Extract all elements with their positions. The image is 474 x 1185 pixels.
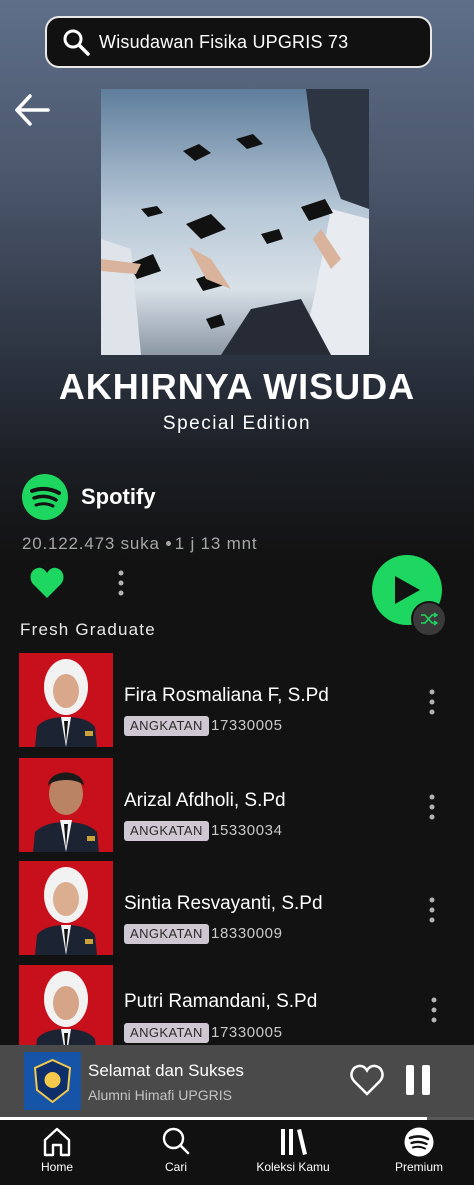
spotify-logo-icon xyxy=(22,474,68,520)
back-arrow-icon[interactable] xyxy=(12,90,52,130)
album-title: AKHIRNYA WISUDA xyxy=(58,366,416,407)
more-options-icon[interactable] xyxy=(423,687,441,717)
shuffle-icon xyxy=(421,612,438,626)
track-name: Arizal Afdholi, S.Pd xyxy=(124,790,286,811)
separator-dot xyxy=(165,541,171,546)
search-icon xyxy=(162,1127,190,1155)
student-number: 17330005 xyxy=(211,1024,283,1041)
library-icon xyxy=(281,1129,307,1155)
search-bar[interactable]: Wisudawan Fisika UPGRIS 73 xyxy=(45,16,432,68)
album-cover xyxy=(101,89,369,355)
track-name: Putri Ramandani, S.Pd xyxy=(124,991,318,1012)
graduate-photo xyxy=(19,861,113,955)
heart-outline-icon[interactable] xyxy=(349,1062,385,1098)
brand-name: Spotify xyxy=(81,484,156,509)
angkatan-badge: ANGKATAN xyxy=(124,924,209,944)
now-playing-artwork xyxy=(24,1052,81,1110)
now-playing-artist: Alumni Himafi UPGRIS xyxy=(88,1087,232,1103)
student-number: 17330005 xyxy=(211,717,283,734)
album-subtitle: Special Edition xyxy=(162,413,312,434)
angkatan-badge: ANGKATAN xyxy=(124,1023,209,1043)
mini-player[interactable]: Selamat dan Sukses Alumni Himafi UPGRIS xyxy=(0,1045,474,1118)
more-options-icon[interactable] xyxy=(423,895,441,925)
likes-count: 20.122.473 suka xyxy=(22,534,160,553)
student-number: 15330034 xyxy=(211,822,283,839)
nav-label: Koleksi Kamu xyxy=(256,1160,330,1174)
bottom-nav: Home Cari Koleksi Kamu Premium xyxy=(0,1120,474,1185)
playlist-stats: 20.122.473 suka 1 j 13 mnt xyxy=(22,534,257,554)
nav-item-library[interactable]: Koleksi Kamu xyxy=(250,1120,336,1185)
graduate-photo xyxy=(19,653,113,747)
now-playing-title: Selamat dan Sukses xyxy=(88,1061,244,1080)
more-options-icon[interactable] xyxy=(112,568,130,598)
spotify-icon xyxy=(404,1127,434,1157)
nav-item-premium[interactable]: Premium xyxy=(381,1120,457,1185)
student-number: 18330009 xyxy=(211,925,283,942)
nav-item-home[interactable]: Home xyxy=(20,1120,94,1185)
more-options-icon[interactable] xyxy=(423,792,441,822)
graduation-caps-image xyxy=(101,89,369,355)
track-row[interactable]: Fira Rosmaliana F, S.Pd ANGKATAN 1733000… xyxy=(0,653,474,747)
nav-label: Premium xyxy=(394,1160,443,1174)
duration: 1 j 13 mnt xyxy=(174,534,258,553)
track-row[interactable]: Sintia Resvayanti, S.Pd ANGKATAN 1833000… xyxy=(0,861,474,955)
nav-label: Home xyxy=(40,1160,73,1174)
track-name: Sintia Resvayanti, S.Pd xyxy=(124,893,323,914)
graduate-photo xyxy=(19,758,113,852)
more-options-icon[interactable] xyxy=(425,995,443,1025)
pause-icon[interactable] xyxy=(403,1063,433,1097)
section-label: Fresh Graduate xyxy=(20,620,156,639)
angkatan-badge: ANGKATAN xyxy=(124,821,209,841)
nav-label: Cari xyxy=(164,1160,187,1174)
search-icon xyxy=(63,29,90,56)
nav-item-search[interactable]: Cari xyxy=(139,1120,213,1185)
angkatan-badge: ANGKATAN xyxy=(124,716,209,736)
track-name: Fira Rosmaliana F, S.Pd xyxy=(124,685,329,706)
shuffle-button[interactable] xyxy=(411,601,447,637)
heart-filled-icon[interactable] xyxy=(29,566,65,600)
play-icon xyxy=(395,576,420,604)
search-query: Wisudawan Fisika UPGRIS 73 xyxy=(99,31,349,52)
track-row[interactable]: Arizal Afdholi, S.Pd ANGKATAN 15330034 xyxy=(0,758,474,852)
home-icon xyxy=(43,1127,71,1157)
brand-row[interactable]: Spotify xyxy=(22,474,156,520)
